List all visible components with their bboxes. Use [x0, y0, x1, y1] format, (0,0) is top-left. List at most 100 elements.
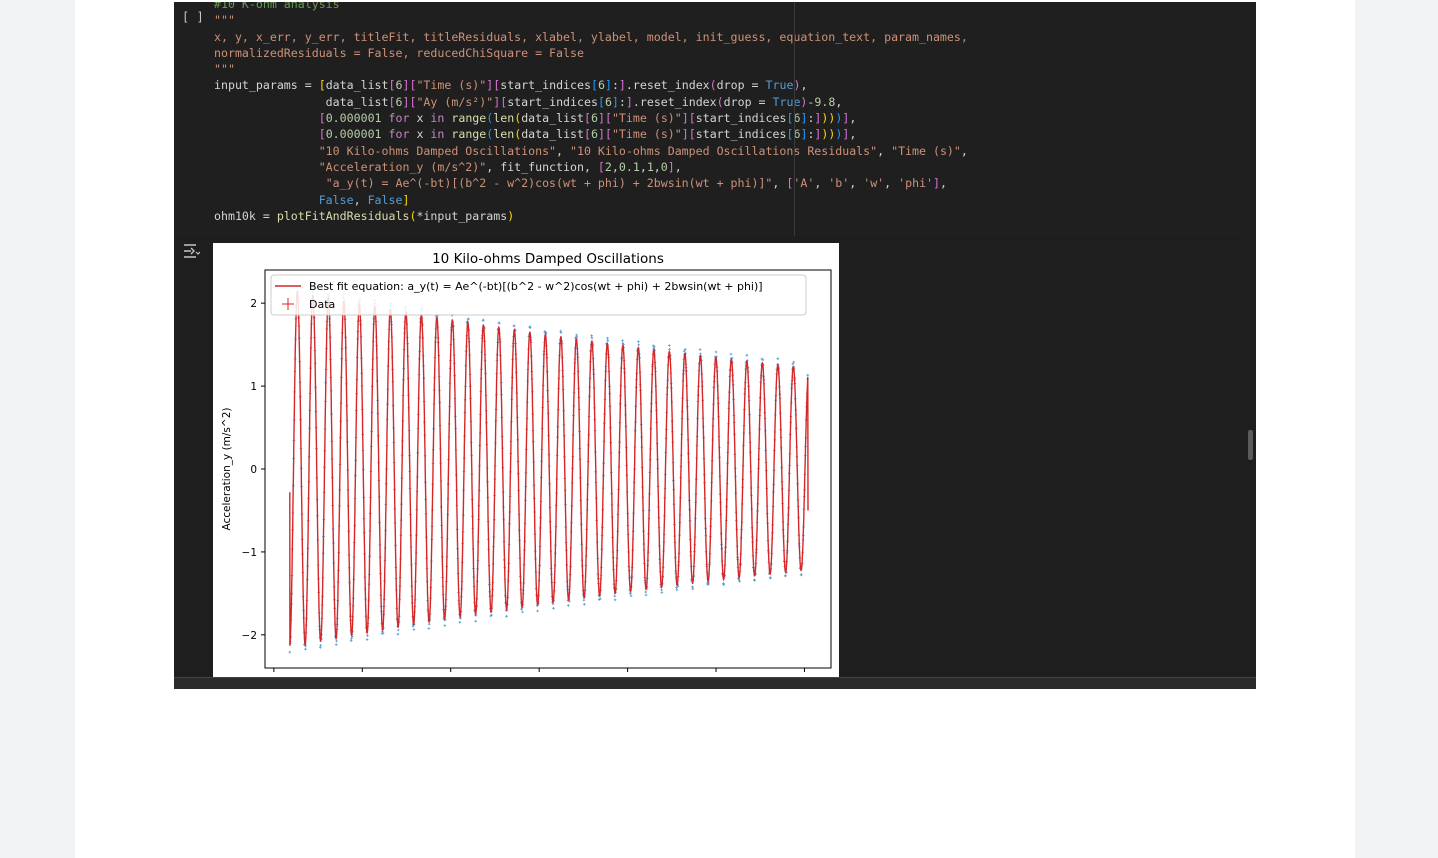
code-token: "Time (s)"	[611, 127, 682, 142]
code-token: ))	[821, 127, 836, 142]
y-tick-label: −1	[242, 547, 257, 559]
execution-count[interactable]: [ ]	[182, 10, 204, 24]
code-token: ]	[681, 111, 689, 126]
code-token: ]	[625, 94, 633, 109]
y-tick-label: 2	[250, 298, 257, 310]
code-line[interactable]: x, y, x_err, y_err, titleFit, titleResid…	[214, 29, 968, 45]
code-token: ,	[849, 111, 857, 126]
code-token: ,	[772, 176, 787, 191]
code-token: , fit_function,	[486, 159, 598, 174]
code-token: )	[507, 208, 515, 223]
output-actions-icon[interactable]	[182, 242, 200, 260]
code-token: normalizedResiduals = False, reducedChiS…	[214, 45, 584, 60]
code-token: input_params =	[214, 78, 319, 93]
code-token: 6	[591, 127, 598, 142]
code-cell[interactable]: [ ] #10 K-ohm analysis """ x, y, x_err, y_…	[174, 2, 1256, 689]
code-token: ]	[667, 159, 675, 174]
code-token: ,	[877, 143, 892, 158]
code-token: ]	[681, 127, 689, 142]
code-token: [	[318, 127, 326, 142]
code-token: True	[772, 94, 801, 109]
code-token: [	[604, 127, 612, 142]
code-token: ]	[597, 127, 605, 142]
code-token: len	[493, 111, 515, 126]
code-token: "Ay (m/s²)"	[416, 94, 494, 109]
code-token: 0.000001	[325, 111, 382, 126]
code-token: ,	[639, 159, 647, 174]
code-token: data_list	[521, 127, 585, 142]
code-token: [	[584, 127, 591, 142]
code-token: "Acceleration_y (m/s^2)"	[318, 159, 487, 174]
code-line[interactable]: #10 K-ohm analysis	[214, 2, 968, 12]
code-line[interactable]: "a_y(t) = Ae^(-bt)[(b^2 - w^2)cos(wt + p…	[214, 175, 968, 191]
code-token: in	[430, 111, 452, 126]
code-token: [	[590, 78, 598, 93]
code-token: drop =	[723, 94, 773, 109]
code-token: 6	[604, 94, 612, 109]
code-token: ,	[800, 78, 808, 93]
code-token: 6	[597, 78, 605, 93]
code-token: ,	[611, 159, 619, 174]
code-token: 0.1	[618, 159, 640, 174]
code-token: :	[611, 78, 619, 93]
code-token: 'w'	[863, 176, 885, 191]
code-line[interactable]: """	[214, 61, 968, 77]
code-line[interactable]: "10 Kilo-ohms Damped Oscillations", "10 …	[214, 143, 968, 159]
code-token: in	[430, 127, 452, 142]
code-token: start_indices	[500, 78, 591, 93]
legend-fit-label: Best fit equation: a_y(t) = Ae^(-bt)[(b^…	[309, 280, 763, 293]
code-token: "Time (s)"	[611, 111, 682, 126]
code-token: [	[318, 78, 326, 93]
code-token: ,	[940, 176, 948, 191]
code-token: [	[318, 111, 326, 126]
code-token: for	[381, 127, 417, 142]
code-line[interactable]: "Acceleration_y (m/s^2)", fit_function, …	[214, 159, 968, 175]
code-token: [	[597, 159, 605, 174]
code-token: "a_y(t) = Ae^(-bt)[(b^2 - w^2)cos(wt + p…	[325, 176, 773, 191]
code-token: plotFitAndResiduals	[276, 208, 410, 223]
code-line[interactable]: data_list[6]["Ay (m/s²)"][start_indices[…	[214, 94, 968, 110]
code-line[interactable]: normalizedResiduals = False, reducedChiS…	[214, 45, 968, 61]
code-token: 1	[646, 159, 654, 174]
code-token: #10 K-ohm analysis	[214, 2, 340, 11]
code-line[interactable]: [0.000001 for x in range(len(data_list[6…	[214, 110, 968, 126]
code-editor[interactable]: [ ] #10 K-ohm analysis """ x, y, x_err, y_…	[174, 2, 1246, 236]
code-token: 9.8	[814, 94, 836, 109]
code-token: ]	[611, 94, 619, 109]
code-line[interactable]: """	[214, 12, 968, 28]
code-line[interactable]: [0.000001 for x in range(len(data_list[6…	[214, 126, 968, 142]
code-token: len	[493, 127, 515, 142]
output-scrollbar[interactable]	[1248, 430, 1253, 460]
code-token: "Time (s)"	[891, 143, 961, 158]
code-token: start_indices	[695, 127, 787, 142]
code-token: data_list	[325, 78, 389, 93]
y-axis-label: Acceleration_y (m/s^2)	[221, 408, 233, 531]
code-token: ]	[933, 176, 941, 191]
code-token: x, y, x_err, y_err, titleFit, titleResid…	[214, 29, 968, 44]
code-token: False	[367, 192, 403, 207]
code-text[interactable]: #10 K-ohm analysis """ x, y, x_err, y_err,…	[214, 2, 968, 224]
code-token: *input_params	[416, 208, 508, 223]
chart-svg: 10 Kilo-ohms Damped Oscillations Acceler…	[221, 251, 832, 672]
code-token: True	[765, 78, 794, 93]
code-token: start_indices	[695, 111, 787, 126]
code-token: 'phi'	[898, 176, 934, 191]
code-token: (	[716, 94, 724, 109]
code-token: (	[709, 78, 717, 93]
code-token: [	[584, 111, 591, 126]
code-token: ]	[604, 78, 612, 93]
code-token: drop =	[716, 78, 766, 93]
code-line[interactable]: ohm10k = plotFitAndResiduals(*input_para…	[214, 208, 968, 224]
code-line[interactable]: input_params = [data_list[6]["Time (s)"]…	[214, 77, 968, 93]
code-token: ,	[653, 159, 661, 174]
code-token: 2	[604, 159, 612, 174]
code-line[interactable]: False, False]	[214, 192, 968, 208]
plot-output: 10 Kilo-ohms Damped Oscillations Acceler…	[213, 243, 839, 677]
code-token: range	[451, 111, 487, 126]
chart-title: 10 Kilo-ohms Damped Oscillations	[432, 251, 664, 267]
